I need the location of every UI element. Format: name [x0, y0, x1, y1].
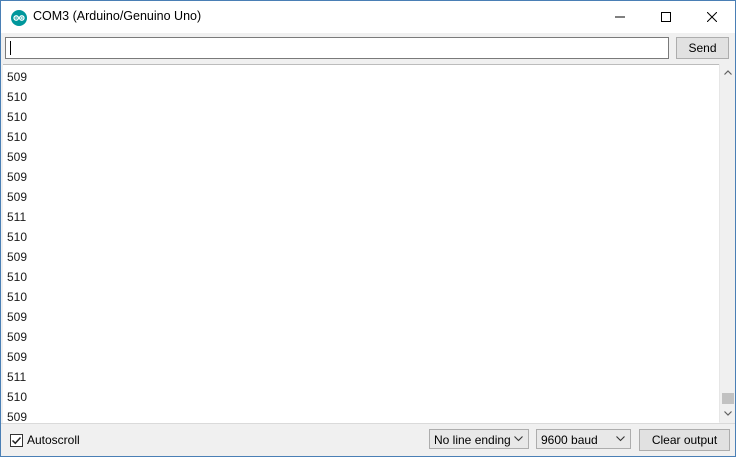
output-line: 511	[7, 370, 27, 384]
checkmark-icon	[11, 436, 22, 444]
output-line: 509	[7, 70, 28, 84]
baud-rate-value: 9600 baud	[541, 433, 598, 447]
autoscroll-label: Autoscroll	[27, 433, 80, 447]
output-lines: 509 510 510 510 509 509 509 511 510 509 510 510 509 5…	[7, 67, 27, 423]
autoscroll-toggle[interactable]: Autoscroll	[10, 433, 80, 447]
arduino-icon	[11, 10, 27, 26]
output-line: 510	[7, 270, 28, 284]
serial-monitor-window: COM3 (Arduino/Genuino Uno) Send 509 510 51…	[0, 0, 736, 457]
minimize-button[interactable]	[597, 1, 643, 33]
text-caret	[10, 41, 11, 55]
maximize-icon	[661, 12, 671, 22]
output-line: 510	[7, 230, 28, 244]
window-title: COM3 (Arduino/Genuino Uno)	[33, 9, 202, 23]
scroll-down-button[interactable]	[720, 405, 735, 422]
autoscroll-checkbox[interactable]	[10, 433, 23, 447]
line-ending-select[interactable]: No line ending	[429, 429, 529, 449]
output-line: 509	[7, 250, 28, 264]
chevron-down-icon	[724, 411, 732, 416]
chevron-up-icon	[724, 70, 732, 75]
send-button[interactable]: Send	[676, 37, 729, 59]
title-bar[interactable]: COM3 (Arduino/Genuino Uno)	[1, 1, 735, 33]
scroll-thumb[interactable]	[722, 393, 734, 404]
scroll-up-button[interactable]	[720, 64, 735, 81]
output-line: 509	[7, 310, 28, 324]
maximize-button[interactable]	[643, 1, 689, 33]
output-line: 510	[7, 90, 28, 104]
minimize-icon	[615, 16, 625, 18]
output-line: 510	[7, 290, 28, 304]
output-line: 510	[7, 390, 28, 404]
output-line: 511	[7, 210, 27, 224]
chevron-down-icon	[514, 436, 523, 442]
bottom-toolbar: Autoscroll No line ending 9600 baud Clea…	[1, 423, 735, 456]
close-icon	[707, 12, 717, 22]
output-line: 509	[7, 410, 28, 423]
chevron-down-icon	[616, 436, 625, 442]
serial-output[interactable]: 509 510 510 510 509 509 509 511 510 509 510 510 509 5…	[3, 64, 719, 423]
send-row: Send	[1, 33, 735, 63]
output-line: 509	[7, 350, 28, 364]
output-line: 509	[7, 150, 28, 164]
vertical-scrollbar[interactable]	[719, 64, 735, 422]
output-line: 509	[7, 170, 28, 184]
close-button[interactable]	[689, 1, 735, 33]
output-line: 509	[7, 330, 28, 344]
baud-rate-select[interactable]: 9600 baud	[536, 429, 631, 449]
output-line: 510	[7, 110, 28, 124]
line-ending-value: No line ending	[434, 433, 511, 447]
serial-input[interactable]	[5, 37, 669, 59]
output-line: 510	[7, 130, 28, 144]
output-line: 509	[7, 190, 28, 204]
clear-output-button[interactable]: Clear output	[639, 429, 730, 451]
